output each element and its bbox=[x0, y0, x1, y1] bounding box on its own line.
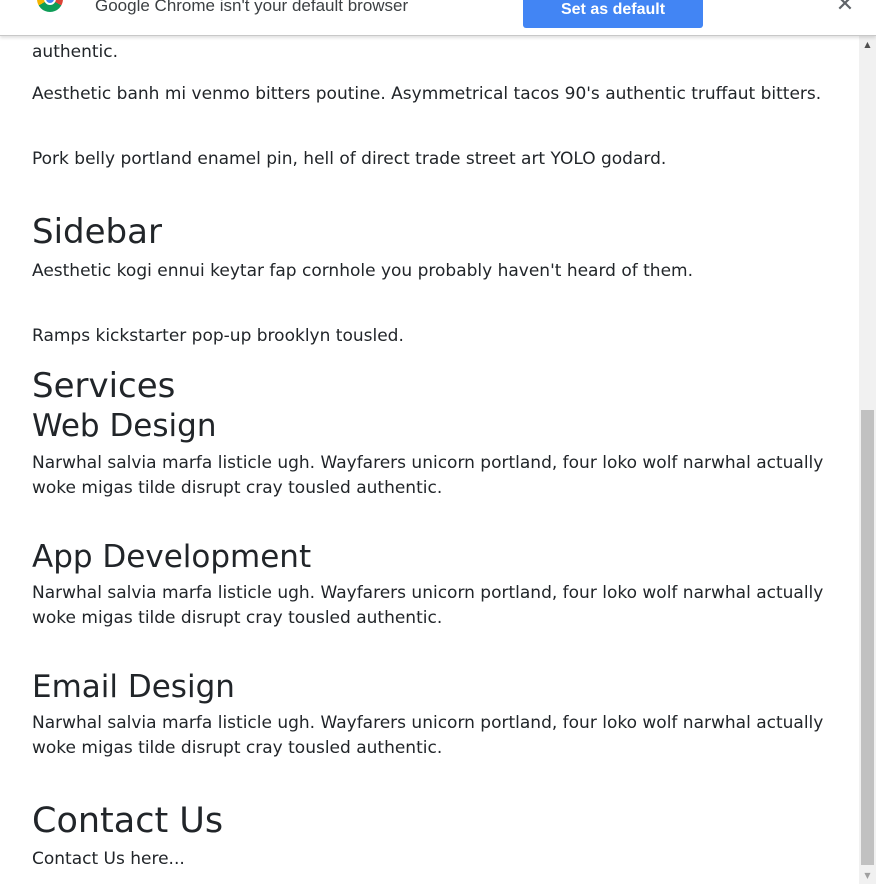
scroll-up-arrow-icon[interactable]: ▲ bbox=[859, 36, 876, 53]
chrome-logo-icon bbox=[37, 0, 63, 12]
service-title-app-development: App Development bbox=[32, 539, 312, 575]
service-text-web-design: Narwhal salvia marfa listicle ugh. Wayfa… bbox=[32, 453, 824, 498]
cut-off-paragraph: authentic. bbox=[32, 42, 119, 62]
sidebar-heading: Sidebar bbox=[32, 212, 162, 252]
contact-heading: Contact Us bbox=[32, 801, 224, 841]
vertical-scrollbar[interactable]: ▲ ▼ bbox=[859, 36, 876, 884]
service-title-email-design: Email Design bbox=[32, 669, 235, 705]
sidebar-paragraph-2: Ramps kickstarter pop-up brooklyn tousle… bbox=[32, 326, 404, 346]
infobar-message: Google Chrome isn't your default browser bbox=[95, 0, 409, 15]
default-browser-infobar: Google Chrome isn't your default browser… bbox=[0, 0, 876, 36]
contact-text: Contact Us here... bbox=[32, 849, 185, 869]
service-text-app-development: Narwhal salvia marfa listicle ugh. Wayfa… bbox=[32, 583, 824, 628]
scroll-down-arrow-icon[interactable]: ▼ bbox=[859, 867, 876, 884]
set-as-default-button[interactable]: Set as default bbox=[523, 0, 703, 28]
sidebar-paragraph-1: Aesthetic kogi ennui keytar fap cornhole… bbox=[32, 261, 694, 281]
service-text-email-design: Narwhal salvia marfa listicle ugh. Wayfa… bbox=[32, 713, 824, 758]
intro-paragraph-1: Aesthetic banh mi venmo bitters poutine.… bbox=[32, 84, 822, 104]
service-title-web-design: Web Design bbox=[32, 408, 217, 444]
scrollbar-thumb[interactable] bbox=[861, 410, 874, 865]
services-heading: Services bbox=[32, 366, 176, 406]
intro-paragraph-2: Pork belly portland enamel pin, hell of … bbox=[32, 149, 667, 169]
close-icon[interactable]: ✕ bbox=[833, 0, 857, 18]
